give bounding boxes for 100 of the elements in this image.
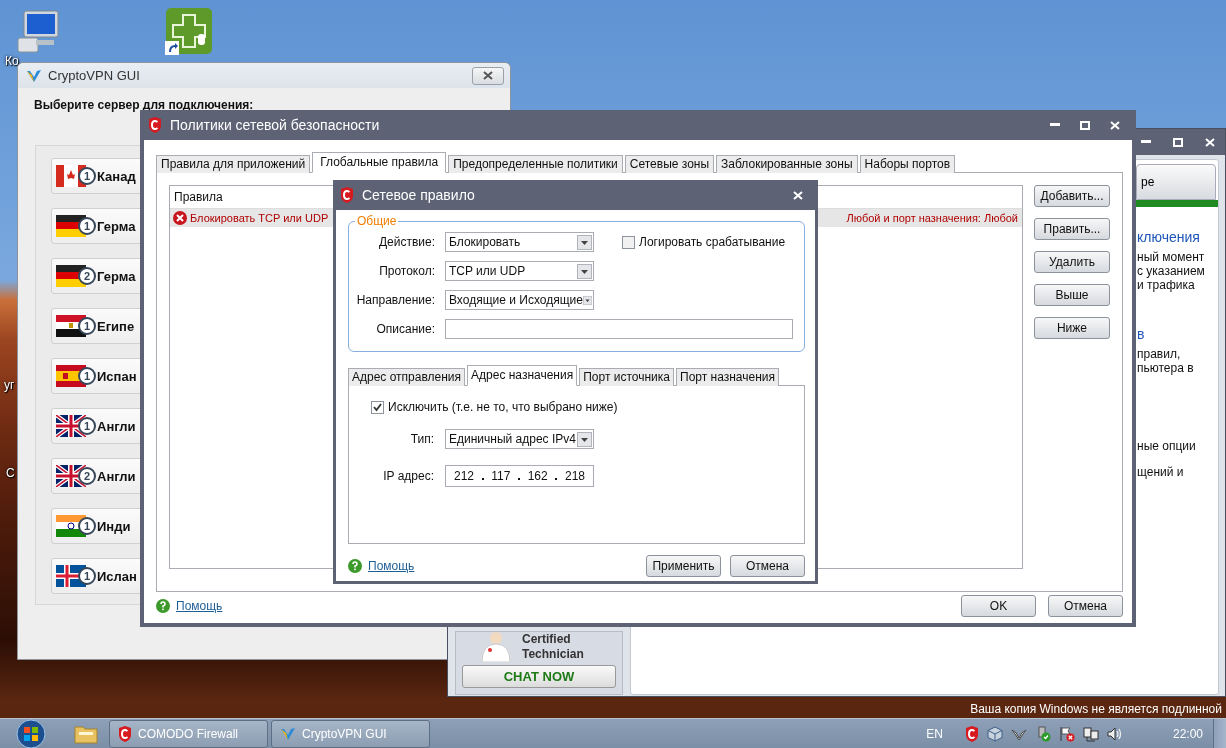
server-name: Англи [97, 418, 136, 434]
action-button[interactable]: Удалить [1034, 251, 1110, 273]
description-text: щений и [1137, 465, 1185, 479]
cancel-button[interactable]: Отмена [730, 555, 805, 577]
tab[interactable]: Наборы портов [859, 155, 956, 173]
section-heading[interactable]: ключения [1137, 229, 1218, 245]
field-label: IP адрес: [382, 469, 434, 483]
icon-label[interactable]: уг [4, 378, 15, 392]
number-badge: 1 [78, 417, 96, 435]
flag-icon [56, 415, 86, 437]
dialog-title: Сетевое правило [362, 187, 475, 203]
checkbox[interactable] [622, 235, 635, 249]
number-badge: 1 [78, 317, 96, 335]
action-button[interactable]: Добавить... [1034, 185, 1110, 207]
cube-icon[interactable] [986, 726, 1003, 742]
shield-icon[interactable] [964, 726, 979, 742]
cancel-button[interactable]: Отмена [1048, 595, 1123, 617]
action-button[interactable]: Ниже [1034, 317, 1110, 339]
close-button[interactable] [472, 66, 504, 85]
field-label: Протокол: [378, 264, 435, 278]
network-icon[interactable] [1082, 726, 1099, 742]
window-title: Политики сетевой безопасности [170, 117, 380, 133]
dropdown[interactable]: Блокировать [445, 232, 594, 252]
field-label: Направление: [355, 293, 435, 307]
rule-text: Любой и порт назначения: Любой [846, 212, 1018, 224]
exclude-checkbox[interactable]: Исключить (т.е. не то, что выбрано ниже) [371, 399, 794, 415]
server-name: Герма [97, 268, 136, 284]
tab[interactable]: Глобальные правила [312, 152, 447, 173]
server-name: Герма [97, 218, 136, 234]
action-button[interactable]: Выше [1034, 284, 1110, 306]
flag-icon [56, 165, 86, 187]
field-label: Тип: [409, 432, 434, 446]
minimize-icon [1141, 140, 1151, 144]
folder-icon[interactable] [74, 724, 98, 744]
number-badge: 1 [78, 367, 96, 385]
flag-icon [56, 315, 86, 337]
flag-icon [56, 265, 86, 287]
server-name: Ислан [97, 568, 137, 584]
block-icon [173, 211, 187, 225]
help-link[interactable]: Помощь [176, 599, 223, 613]
description-field[interactable] [445, 319, 793, 339]
caret-icon [577, 263, 592, 279]
show-desktop-button[interactable] [1213, 719, 1226, 748]
flag-icon [56, 365, 86, 387]
flag-icon [56, 465, 86, 487]
tab[interactable]: Порт источника [579, 368, 674, 386]
maximize-icon [1173, 137, 1183, 147]
flag-error-icon[interactable] [1058, 726, 1075, 742]
tab[interactable]: Порт назначения [676, 368, 779, 386]
tab[interactable]: ре [1136, 164, 1216, 200]
log-checkbox[interactable]: Логировать срабатывание [622, 234, 794, 250]
shield-icon [340, 187, 354, 203]
ip-address-field[interactable]: 212 117 162 218 [445, 465, 594, 487]
server-name: Инди [97, 518, 131, 534]
dropdown[interactable]: Входящие и Исходящие [445, 290, 594, 310]
group-title: Общие [356, 214, 398, 228]
close-icon [1110, 120, 1120, 130]
tab[interactable]: Заблокированные зоны [716, 155, 858, 173]
close-icon [1205, 137, 1215, 147]
start-button[interactable] [16, 719, 46, 748]
tab[interactable]: Адрес отправления [348, 368, 466, 386]
server-name: Испан [97, 368, 137, 384]
description-text: и трафика [1137, 278, 1196, 292]
server-name: Египе [97, 318, 135, 334]
app-shortcut-icon[interactable] [165, 7, 213, 55]
number-badge: 1 [78, 217, 96, 235]
icon-label[interactable]: С [6, 466, 15, 480]
promo-text: Certified [522, 632, 572, 647]
tab[interactable]: Сетевые зоны [624, 155, 715, 173]
description-text: с указанием [1137, 264, 1206, 278]
chat-now-button[interactable]: CHAT NOW [462, 665, 616, 688]
tab[interactable]: Адрес назначения [467, 365, 578, 386]
maximize-icon [1080, 120, 1090, 130]
description-text: пьютера в [1137, 361, 1195, 375]
close-icon [483, 71, 493, 80]
apply-button[interactable]: Применить [646, 555, 721, 577]
description-text: правил, [1137, 347, 1182, 361]
dropdown[interactable]: TCP или UDP [445, 261, 594, 281]
section-heading[interactable]: в [1137, 326, 1218, 342]
field-label: Действие: [377, 235, 435, 249]
tab[interactable]: Предопределенные политики [448, 155, 623, 173]
caret-icon [577, 431, 592, 447]
promo-text: Technician [522, 647, 584, 662]
computer-icon[interactable] [16, 8, 62, 54]
help-icon [348, 559, 362, 573]
flag-icon [56, 215, 86, 237]
server-name: Канад [97, 168, 136, 184]
speaker-icon[interactable] [1106, 726, 1123, 742]
help-icon [156, 599, 170, 613]
tab[interactable]: Правила для приложений [156, 155, 311, 173]
dropdown[interactable]: Единичный адрес IPv4 [445, 429, 594, 449]
help-link[interactable]: Помощь [368, 559, 415, 573]
description-text: ный момент [1137, 250, 1206, 264]
shield-icon [118, 726, 132, 742]
close-icon [793, 190, 803, 200]
number-badge: 2 [78, 267, 96, 285]
rule-text: Блокировать TCP или UDP [190, 212, 329, 224]
checkbox[interactable] [371, 400, 384, 414]
ok-button[interactable]: OK [961, 595, 1036, 617]
action-button[interactable]: Править... [1034, 218, 1110, 240]
